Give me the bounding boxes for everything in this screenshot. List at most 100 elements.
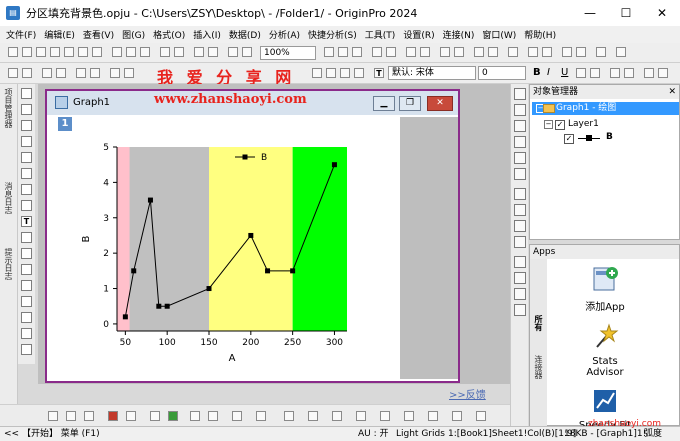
feedback-link[interactable]: >>反馈 <box>449 386 486 401</box>
messages-icon[interactable] <box>406 47 416 57</box>
status-auto-update[interactable]: AU : 开 <box>358 427 389 441</box>
cut-icon[interactable] <box>312 68 322 78</box>
print-icon[interactable] <box>194 47 204 57</box>
learning-center-icon[interactable] <box>454 47 464 57</box>
graph-restore-button[interactable]: ❐ <box>399 96 421 111</box>
zoom-pan-icon[interactable] <box>21 104 32 115</box>
menu-insert[interactable]: 插入(I) <box>189 28 225 41</box>
tree-node-series[interactable]: B <box>606 132 613 142</box>
menu-data[interactable]: 数据(D) <box>225 28 265 41</box>
tab-all-apps[interactable]: 所有 <box>532 315 544 331</box>
menu-graph[interactable]: 图(G) <box>118 28 149 41</box>
new-workbook-icon[interactable] <box>22 47 32 57</box>
tab-messages-log[interactable]: 消息日志 <box>2 182 14 214</box>
pie-chart-icon[interactable] <box>190 411 200 421</box>
add-top-x-icon[interactable] <box>514 104 526 116</box>
font-name-combo[interactable]: 默认: 宋体 <box>388 66 476 80</box>
template-library-icon[interactable] <box>284 411 294 421</box>
polygon-tool-icon[interactable] <box>21 280 32 291</box>
pointer-icon[interactable] <box>21 88 32 99</box>
graph-page[interactable]: 50 100 150 200 250 300 0 1 2 3 4 5 A B B <box>55 117 400 379</box>
save-template-icon[interactable] <box>140 47 150 57</box>
menu-quick-analysis[interactable]: 快捷分析(S) <box>304 28 361 41</box>
scale-in-icon[interactable] <box>21 120 32 131</box>
new-layout-icon[interactable] <box>78 47 88 57</box>
arrow-tool-icon[interactable] <box>21 232 32 243</box>
graph-window[interactable]: Graph1 ▁ ❐ ✕ 50 100 150 200 250 300 0 1 2 3 4 5 A B B … <box>45 89 460 383</box>
layer-visible-checkbox[interactable]: ✓ <box>555 120 565 130</box>
add-color-scale-icon[interactable] <box>514 204 526 216</box>
add-legend-icon[interactable] <box>514 188 526 200</box>
area-plot-icon[interactable] <box>150 411 160 421</box>
image-tool-icon[interactable] <box>21 344 32 355</box>
new-matrix-icon[interactable] <box>50 47 60 57</box>
zoom-in-icon[interactable] <box>76 68 86 78</box>
series-visible-checkbox[interactable]: ✓ <box>564 134 574 144</box>
stat-plot-icon[interactable] <box>308 411 318 421</box>
close-button[interactable]: ✕ <box>644 0 680 26</box>
code-builder-icon[interactable] <box>324 47 334 57</box>
underline-button[interactable]: U <box>561 67 568 78</box>
vector-plot-icon[interactable] <box>452 411 462 421</box>
subscript-icon[interactable] <box>590 68 600 78</box>
new-project-icon[interactable] <box>8 47 18 57</box>
import-icon[interactable] <box>160 47 170 57</box>
italic-button[interactable]: I <box>547 67 550 78</box>
paste-icon[interactable] <box>340 68 350 78</box>
app-stats-advisor[interactable]: Stats Advisor <box>560 323 650 378</box>
import-wizard-icon[interactable] <box>174 47 184 57</box>
layers-icon[interactable] <box>474 47 484 57</box>
color-manager-icon[interactable] <box>508 47 518 57</box>
data-selector-icon[interactable] <box>110 68 120 78</box>
menu-analysis[interactable]: 分析(A) <box>265 28 304 41</box>
duplicate-icon[interactable] <box>242 47 252 57</box>
polar-plot-icon[interactable] <box>208 411 218 421</box>
rescale-right-icon[interactable] <box>514 256 526 268</box>
snap-icon[interactable] <box>576 47 586 57</box>
swap-xy-icon[interactable] <box>514 272 526 284</box>
object-manager-icon[interactable] <box>488 47 498 57</box>
line-plot-icon[interactable] <box>48 411 58 421</box>
ternary-plot-icon[interactable] <box>232 411 242 421</box>
bold-button[interactable]: B <box>533 67 541 78</box>
data-highlighter-icon[interactable] <box>21 168 32 179</box>
fit-icon[interactable] <box>596 47 606 57</box>
tab-project-explorer[interactable]: 项目管理器 <box>2 88 14 128</box>
menu-edit[interactable]: 编辑(E) <box>40 28 79 41</box>
menu-tools[interactable]: 工具(T) <box>361 28 400 41</box>
redo-icon[interactable] <box>22 68 32 78</box>
apps-icon[interactable] <box>420 47 430 57</box>
grid-icon[interactable] <box>562 47 572 57</box>
screen-reader-icon[interactable] <box>542 47 552 57</box>
text-tool-icon[interactable]: T <box>374 68 384 78</box>
copy-page-icon[interactable] <box>208 47 218 57</box>
drop-line-icon[interactable] <box>476 411 486 421</box>
status-start-menu[interactable]: << 【开始】 菜单 (F1) <box>4 427 100 441</box>
add-inset-icon[interactable] <box>514 136 526 148</box>
extract-layers-icon[interactable] <box>514 168 526 180</box>
zoom-combo[interactable]: 100% <box>260 46 316 60</box>
line-symbol-plot-icon[interactable] <box>84 411 94 421</box>
text-tool-left-icon[interactable]: T <box>21 216 32 227</box>
collapse-layer-icon[interactable]: − <box>544 120 553 129</box>
help-icon[interactable] <box>616 47 626 57</box>
data-reader-icon[interactable] <box>528 47 538 57</box>
mask-icon[interactable] <box>21 200 32 211</box>
undo-icon[interactable] <box>8 68 18 78</box>
maximize-button[interactable]: ☐ <box>608 0 644 26</box>
copy-format-icon[interactable] <box>354 68 364 78</box>
results-log-icon[interactable] <box>372 47 382 57</box>
menu-format[interactable]: 格式(O) <box>149 28 189 41</box>
contour-plot-icon[interactable] <box>256 411 266 421</box>
add-date-icon[interactable] <box>514 220 526 232</box>
region-select-icon[interactable] <box>21 184 32 195</box>
add-layer-icon[interactable] <box>514 88 526 100</box>
tab-connectors[interactable]: 连接器 <box>532 355 544 379</box>
copy-icon[interactable] <box>326 68 336 78</box>
fill-area-icon[interactable] <box>168 411 178 421</box>
text-color-icon[interactable] <box>624 68 634 78</box>
menu-help[interactable]: 帮助(H) <box>520 28 560 41</box>
greek-icon[interactable] <box>610 68 620 78</box>
command-window-icon[interactable] <box>352 47 362 57</box>
open-icon[interactable] <box>112 47 122 57</box>
